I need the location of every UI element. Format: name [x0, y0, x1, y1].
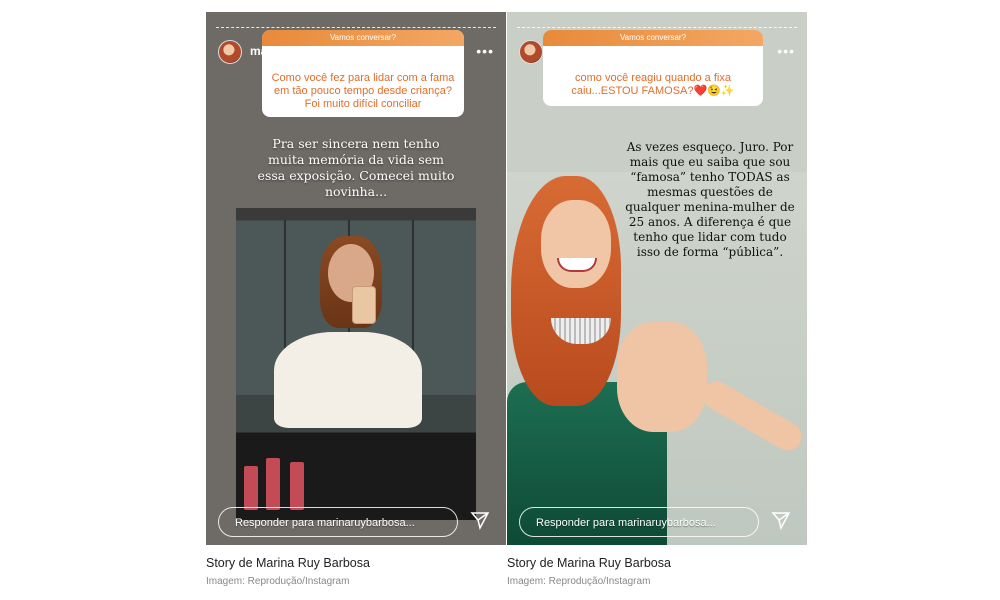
white-robe: [274, 332, 422, 428]
story-card-right[interactable]: marinaruybarbosa 9 h ▶ 🔇 ••• Vamos conve…: [507, 12, 807, 545]
avatar[interactable]: [218, 40, 242, 64]
avatar[interactable]: [519, 40, 543, 64]
question-sticker: Vamos conversar? Como você fez para lida…: [262, 30, 464, 117]
more-icon[interactable]: •••: [777, 43, 795, 59]
image-credit-left: Imagem: Reprodução/Instagram: [206, 576, 350, 587]
lipstick: [266, 458, 280, 510]
send-icon[interactable]: [470, 510, 490, 536]
question-text: Como você fez para lidar com a fama em t…: [271, 72, 455, 110]
answer-text: Pra ser sincera nem tenho muita memória …: [257, 136, 455, 199]
story-photo-mirror-selfie: [236, 208, 476, 520]
more-icon[interactable]: •••: [476, 43, 494, 59]
reply-input[interactable]: Responder para marinaruybarbosa...: [519, 507, 759, 537]
image-credit-right: Imagem: Reprodução/Instagram: [507, 576, 651, 587]
question-text: como você reagiu quando a fixa caiu...ES…: [571, 72, 735, 97]
question-sticker: Vamos conversar? como você reagiu quando…: [543, 30, 763, 106]
story-caption-left: Story de Marina Ruy Barbosa: [206, 556, 370, 570]
question-sticker-header: Vamos conversar?: [262, 30, 464, 46]
lipstick: [290, 462, 304, 510]
shoulder: [617, 322, 707, 432]
reply-input[interactable]: Responder para marinaruybarbosa...: [218, 507, 458, 537]
arm: [697, 376, 807, 456]
send-icon[interactable]: [771, 510, 791, 536]
phone: [352, 286, 376, 324]
face: [541, 200, 611, 288]
story-caption-right: Story de Marina Ruy Barbosa: [507, 556, 671, 570]
lipstick: [244, 466, 258, 510]
answer-text: As vezes esqueço. Juro. Por mais que eu …: [625, 140, 795, 259]
story-card-left[interactable]: marinaruybarbosa 9 h ▶ 🔇 ••• Vamos conve…: [206, 12, 506, 545]
question-sticker-header: Vamos conversar?: [543, 30, 763, 46]
